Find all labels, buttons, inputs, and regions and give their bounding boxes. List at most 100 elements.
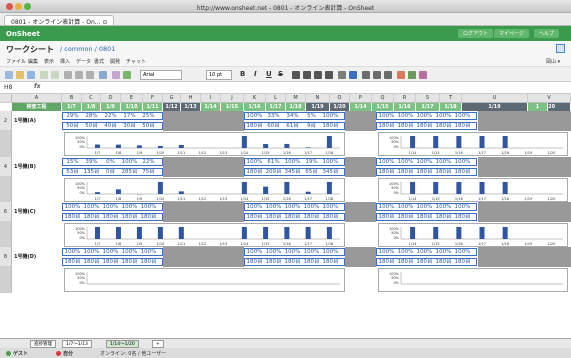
value-cell[interactable]: 100%: [302, 204, 321, 210]
value-cell[interactable]: 180台: [415, 214, 434, 220]
value-cell[interactable]: 180台: [396, 169, 415, 175]
value-cell[interactable]: 15%: [63, 159, 82, 165]
cut-icon[interactable]: [64, 71, 72, 79]
value-segment[interactable]: 50台 50台 40台 30台 50台: [62, 122, 163, 130]
progress-chart[interactable]: 100% 50% 0% 1/14 1/15 1/16 1/17 1/18 1/19 1/20: [378, 178, 568, 202]
justify-icon[interactable]: [325, 71, 333, 79]
font-size-select[interactable]: 10 pt: [206, 70, 232, 80]
column-header[interactable]: G: [163, 94, 181, 103]
value-cell[interactable]: 180台: [63, 259, 82, 265]
value-cell[interactable]: 180台: [139, 214, 158, 220]
value-segment[interactable]: 100% 100% 100% 100% 100%: [244, 248, 345, 256]
value-cell[interactable]: 100%: [101, 204, 120, 210]
value-cell[interactable]: 100%: [283, 159, 302, 165]
value-cell[interactable]: 33%: [264, 113, 283, 119]
value-cell[interactable]: 180台: [302, 259, 321, 265]
value-segment[interactable]: 100% 100% 100% 100% 100%: [244, 203, 345, 211]
column-header[interactable]: I: [201, 94, 221, 103]
value-cell[interactable]: 100%: [415, 113, 434, 119]
value-cell[interactable]: 100%: [434, 159, 453, 165]
progress-chart[interactable]: 100% 50% 0%: [378, 268, 568, 292]
column-header[interactable]: D: [101, 94, 121, 103]
value-cell[interactable]: 180台: [321, 214, 340, 220]
menu-insert[interactable]: 挿入: [60, 58, 70, 65]
value-cell[interactable]: 100%: [415, 159, 434, 165]
value-segment[interactable]: 100% 33% 34% 5% 100%: [244, 112, 345, 120]
value-cell[interactable]: 50台: [63, 123, 82, 129]
value-segment[interactable]: 100% 100% 100% 100% 100%: [62, 248, 163, 256]
value-cell[interactable]: 180台: [245, 123, 264, 129]
value-cell[interactable]: 180台: [396, 259, 415, 265]
value-cell[interactable]: 345台: [283, 169, 302, 175]
value-cell[interactable]: 180台: [415, 259, 434, 265]
value-cell[interactable]: 180台: [434, 259, 453, 265]
value-cell[interactable]: 180台: [415, 123, 434, 129]
sheet-tab[interactable]: 1/7〜1/13: [62, 340, 92, 348]
value-segment[interactable]: 180台 180台 180台 180台 180台: [376, 122, 477, 130]
value-segment[interactable]: 180台 209台 345台 65台 345台: [244, 168, 345, 176]
value-segment[interactable]: 15% 39% 0% 100% 22%: [62, 158, 163, 166]
value-cell[interactable]: 100%: [139, 249, 158, 255]
value-cell[interactable]: 100%: [453, 159, 472, 165]
value-segment[interactable]: 180台 180台 180台 180台 180台: [244, 213, 345, 221]
value-cell[interactable]: 100%: [377, 204, 396, 210]
value-cell[interactable]: 100%: [245, 113, 264, 119]
value-segment[interactable]: 180台 180台 180台 180台 180台: [62, 258, 163, 266]
column-header[interactable]: T: [440, 94, 462, 103]
value-segment[interactable]: 180台 180台 180台 180台 180台: [376, 168, 477, 176]
value-cell[interactable]: 180台: [453, 259, 472, 265]
menu-dev[interactable]: 開発: [110, 58, 120, 65]
value-cell[interactable]: 100%: [396, 159, 415, 165]
underline-button[interactable]: U: [266, 70, 272, 78]
column-header[interactable]: B: [62, 94, 82, 103]
align-center-icon[interactable]: [303, 71, 311, 79]
column-header[interactable]: L: [266, 94, 286, 103]
breadcrumb[interactable]: / common / 0801: [60, 45, 115, 53]
merge-icon[interactable]: [349, 71, 357, 79]
row-header[interactable]: 6: [0, 202, 12, 222]
value-cell[interactable]: 100%: [453, 249, 472, 255]
column-header[interactable]: U: [462, 94, 528, 103]
column-header[interactable]: M: [286, 94, 306, 103]
progress-chart[interactable]: 100% 50% 0% 1/7 1/8 1/9 1/10 1/11 1/12 1/13 1/14 1/…: [64, 132, 345, 156]
value-cell[interactable]: 180台: [434, 214, 453, 220]
row-header[interactable]: 2: [0, 111, 12, 131]
align-right-icon[interactable]: [314, 71, 322, 79]
value-segment[interactable]: 100% 100% 100% 100% 100%: [62, 203, 163, 211]
value-cell[interactable]: 100%: [82, 249, 101, 255]
sort-icon[interactable]: [112, 71, 120, 79]
value-cell[interactable]: 180台: [264, 214, 283, 220]
panel-toggle-icon[interactable]: [556, 44, 565, 53]
app-logo[interactable]: OnSheet: [6, 30, 40, 38]
progress-chart[interactable]: 100% 50% 0% 1/14 1/15 1/16 1/17 1/18 1/19 1/20: [378, 223, 568, 247]
column-header[interactable]: V: [528, 94, 571, 103]
bold-button[interactable]: B: [240, 70, 245, 78]
value-cell[interactable]: 50台: [139, 123, 158, 129]
value-cell[interactable]: 22%: [101, 113, 120, 119]
value-cell[interactable]: 100%: [321, 113, 340, 119]
value-cell[interactable]: 100%: [264, 204, 283, 210]
value-cell[interactable]: 180台: [101, 214, 120, 220]
value-cell[interactable]: 180台: [377, 123, 396, 129]
chart-icon[interactable]: [123, 71, 131, 79]
value-segment[interactable]: 180台 60台 61台 9台 180台: [244, 122, 345, 130]
value-cell[interactable]: 180台: [63, 214, 82, 220]
column-header[interactable]: C: [82, 94, 101, 103]
value-cell[interactable]: 100%: [245, 159, 264, 165]
new-icon[interactable]: [5, 71, 13, 79]
value-cell[interactable]: 100%: [302, 249, 321, 255]
row-header-chart[interactable]: [0, 177, 12, 203]
value-cell[interactable]: 40台: [101, 123, 120, 129]
column-header[interactable]: A: [12, 94, 62, 103]
undo-icon[interactable]: [40, 71, 48, 79]
menu-format[interactable]: 書式: [94, 58, 104, 65]
value-cell[interactable]: 100%: [63, 249, 82, 255]
value-cell[interactable]: 100%: [245, 249, 264, 255]
user-menu[interactable]: 岡山 ▾: [546, 58, 560, 65]
value-cell[interactable]: 100%: [434, 113, 453, 119]
value-cell[interactable]: 100%: [321, 204, 340, 210]
value-cell[interactable]: 0%: [101, 159, 120, 165]
value-cell[interactable]: 100%: [377, 159, 396, 165]
save-icon[interactable]: [27, 71, 35, 79]
value-cell[interactable]: 25%: [139, 113, 158, 119]
